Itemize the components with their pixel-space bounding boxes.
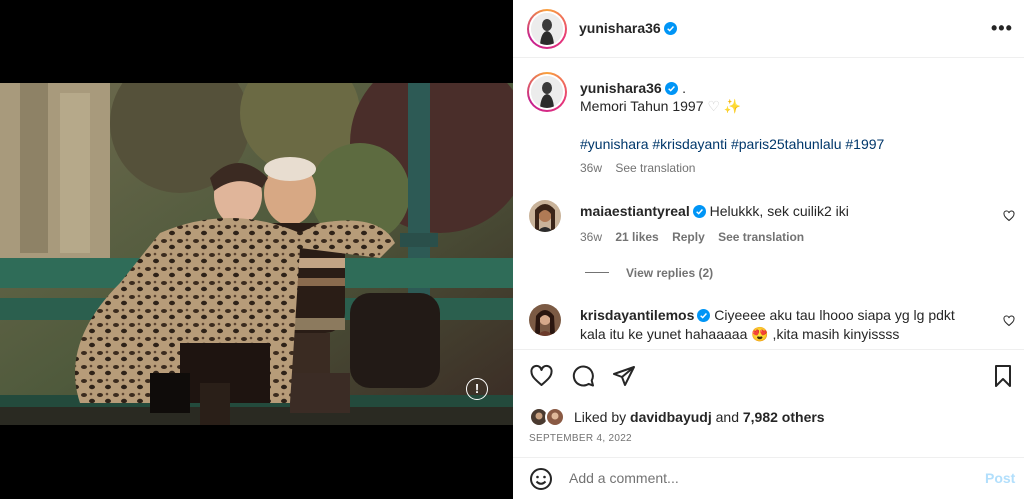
caption-emoji: ♡ ✨ <box>707 98 742 114</box>
caption-see-translation[interactable]: See translation <box>615 161 695 175</box>
info-icon[interactable]: ! <box>466 378 488 400</box>
comment-input[interactable] <box>569 470 949 486</box>
likes-summary: Liked by davidbayudj and 7,982 others <box>574 409 825 425</box>
likes-prefix: Liked by <box>574 409 627 425</box>
caption-author-username[interactable]: yunishara36 <box>580 80 662 96</box>
caption-author-line: yunishara36 . <box>580 78 686 98</box>
author-username-text[interactable]: yunishara36 <box>579 20 661 36</box>
post-detail-panel: yunishara36 ••• yunishara36 . Memori Tah… <box>513 0 1024 499</box>
caption-author-avatar[interactable] <box>527 72 567 112</box>
caption-text-line: Memori Tahun 1997 ♡ ✨ <box>580 96 741 116</box>
post-media-panel: ! <box>0 0 513 499</box>
author-avatar[interactable] <box>527 9 567 49</box>
author-username[interactable]: yunishara36 <box>579 20 677 36</box>
verified-badge-icon <box>664 82 678 95</box>
caption-dot: . <box>682 80 687 96</box>
bookmark-icon[interactable] <box>991 364 1015 388</box>
caption-hashtags[interactable]: #yunishara #krisdayanti #paris25tahunlal… <box>580 134 884 154</box>
caption-age[interactable]: 36w <box>580 161 602 175</box>
comment-avatar-maiaestiantyreal[interactable] <box>529 200 561 232</box>
view-replies-button[interactable]: View replies (2) <box>626 266 713 280</box>
likes-and: and <box>715 409 739 425</box>
post-actions: Liked by davidbayudj and 7,982 others SE… <box>513 349 1024 457</box>
likes-user[interactable]: davidbayudj <box>630 409 712 425</box>
post-header: yunishara36 ••• <box>513 0 1024 58</box>
verified-badge-icon <box>663 22 677 35</box>
emoji-icon[interactable] <box>529 467 553 491</box>
comment-1-meta: 36w 21 likes Reply See translation <box>580 230 814 244</box>
post-photo[interactable] <box>0 83 513 425</box>
verified-badge-icon <box>692 205 706 218</box>
view-replies-line <box>585 272 609 273</box>
comment-1-see-translation[interactable]: See translation <box>718 230 804 244</box>
verified-badge-icon <box>697 309 711 322</box>
comment-avatar-krisdayantilemos[interactable] <box>529 304 561 336</box>
comment-1-likes[interactable]: 21 likes <box>615 230 658 244</box>
comment-1-age[interactable]: 36w <box>580 230 602 244</box>
comment-2-text-1: Ciyeeee aku tau lhooo siapa yg lg pdkt <box>714 307 955 323</box>
post-date[interactable]: SEPTEMBER 4, 2022 <box>529 433 632 444</box>
heart-icon[interactable] <box>529 364 554 388</box>
comment-1-username[interactable]: maiaestiantyreal <box>580 203 690 219</box>
comment-2-username[interactable]: krisdayantilemos <box>580 307 694 323</box>
liker-avatar-2[interactable] <box>545 407 565 427</box>
comment-1-reply-button[interactable]: Reply <box>672 230 705 244</box>
comment-1-text: Helukkk, sek cuilik2 iki <box>709 203 849 219</box>
more-options-icon[interactable]: ••• <box>991 18 1013 39</box>
comment-1-heart-icon[interactable] <box>1003 210 1015 222</box>
comment-1-line: maiaestiantyreal Helukkk, sek cuilik2 ik… <box>580 201 849 221</box>
caption-text: Memori Tahun 1997 <box>580 98 704 114</box>
caption-meta: 36w See translation <box>580 161 705 175</box>
comment-icon[interactable] <box>571 364 595 388</box>
comment-2-heart-icon[interactable] <box>1003 315 1015 327</box>
paper-plane-icon[interactable] <box>612 364 636 388</box>
comment-bar: Post <box>513 457 1024 499</box>
likes-others[interactable]: 7,982 others <box>743 409 825 425</box>
comment-2-text-2: kala itu ke yunet hahaaaaa 😍 ,kita masih… <box>580 326 900 342</box>
post-comment-button[interactable]: Post <box>985 470 1015 486</box>
comment-2-line-1: krisdayantilemos Ciyeeee aku tau lhooo s… <box>580 305 955 325</box>
